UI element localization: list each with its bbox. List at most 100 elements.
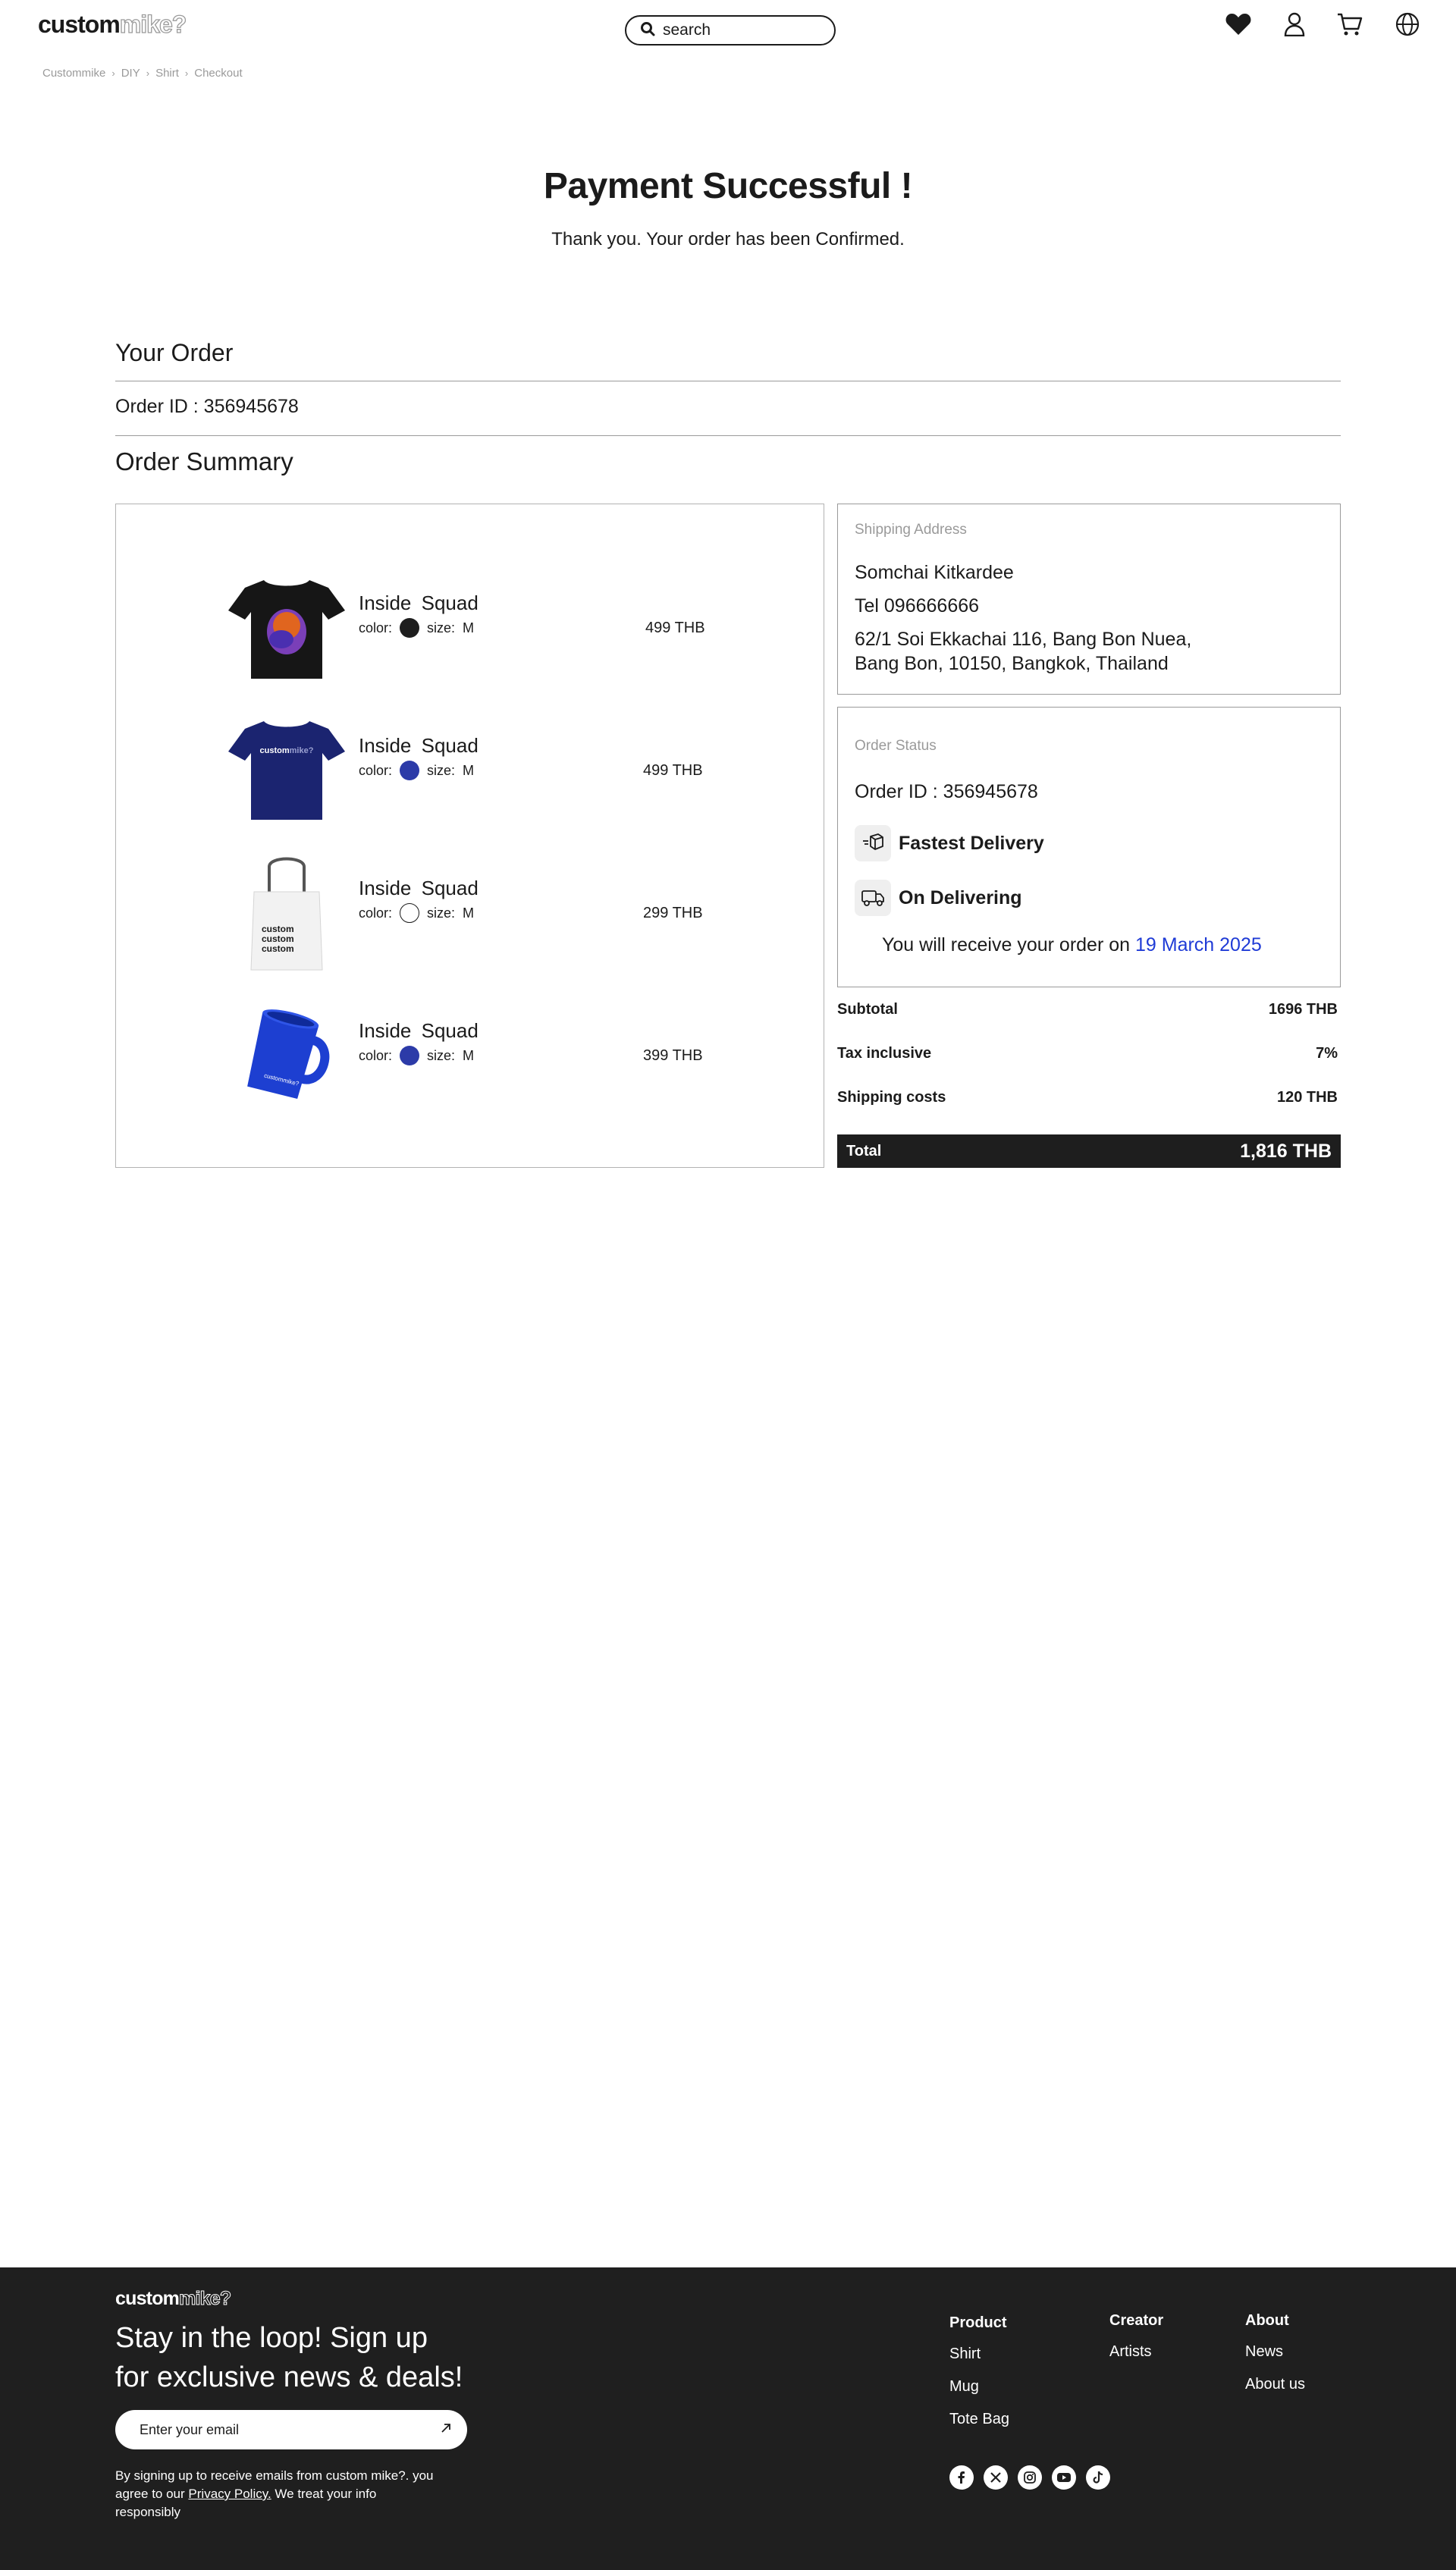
headline-line: Stay in the loop! Sign up [115,2322,428,2354]
footer-link-shirt[interactable]: Shirt [949,2346,1009,2363]
receive-date-text: You will receive your order on 19 March … [882,934,1262,956]
shipping-address-line2: Bang Bon, 10150, Bangkok, Thailand [855,653,1169,674]
newsletter-form [115,2410,467,2449]
newsletter-headline: Stay in the loop! Sign up for exclusive … [115,2318,463,2397]
size-label: size: [427,620,456,635]
instagram-icon[interactable] [1018,2465,1042,2490]
size-label: size: [427,905,456,921]
chevron-right-icon: › [146,67,150,79]
site-header: custommike? [0,0,1456,57]
footer-link-about-us[interactable]: About us [1245,2376,1305,2393]
footer-link-news[interactable]: News [1245,2343,1305,2361]
size-value: M [463,620,475,635]
cart-icon[interactable] [1336,11,1363,38]
chevron-right-icon: › [184,67,189,79]
shipping-cost-label: Shipping costs [837,1089,946,1106]
arrow-up-right-icon[interactable] [440,2422,452,2438]
size-label: size: [427,762,456,778]
item-meta: color: size: M [359,761,474,780]
breadcrumb-item[interactable]: DIY [121,67,140,80]
chevron-right-icon: › [111,67,115,79]
subtotal-label: Subtotal [837,1001,898,1018]
blue-mug-image: custommike? [222,993,351,1122]
delivery-status-text: On Delivering [899,886,1022,908]
youtube-icon[interactable] [1052,2465,1076,2490]
footer-column-creator: Creator Artists [1109,2312,1163,2376]
list-item[interactable]: Inside Squad color: size: M 499 THB [116,565,825,694]
user-icon[interactable] [1281,11,1308,38]
list-item[interactable]: custom custom custom Inside Squad color:… [116,850,825,979]
footer-link-artists[interactable]: Artists [1109,2343,1163,2361]
color-label: color: [359,1047,393,1063]
item-price: 299 THB [643,905,703,921]
globe-icon[interactable] [1394,11,1421,38]
black-tshirt-image [222,565,351,694]
site-logo[interactable]: custommike? [38,10,187,39]
footer-link-mug[interactable]: Mug [949,2378,1009,2396]
color-label: color: [359,762,393,778]
shipping-cost-value: 120 THB [1276,1089,1338,1106]
privacy-policy-link[interactable]: Privacy Policy. [188,2487,271,2501]
search-bar[interactable] [625,15,836,46]
search-input[interactable] [663,21,814,39]
email-field[interactable] [140,2421,413,2438]
receive-label: You will receive your order on [882,934,1131,956]
list-item[interactable]: custommike? Inside Squad color: size: M … [116,993,825,1122]
tax-value: 7% [1316,1045,1338,1062]
item-meta: color: size: M [359,618,474,638]
package-icon [855,825,891,861]
item-price: 399 THB [643,1047,703,1064]
size-value: M [463,905,475,921]
total-label: Total [846,1142,882,1159]
item-name: Inside Squad [359,592,479,614]
order-status-label: Order Status [855,738,937,754]
status-order-id: Order ID : 356945678 [855,781,1038,802]
shipping-name: Somchai Kitkardee [855,562,1014,583]
footer-column-title: Creator [1109,2312,1164,2329]
item-price: 499 THB [645,620,705,636]
item-name: Inside Squad [359,734,479,757]
breadcrumb-item[interactable]: Shirt [155,67,179,80]
truck-icon [855,880,891,916]
footer-column-about: About News About us [1245,2312,1305,2408]
item-name: Inside Squad [359,877,479,899]
svg-text:custom: custom [262,943,294,954]
logo-bold-text: custom [38,11,121,38]
your-order-heading: Your Order [115,339,234,366]
footer-column-product: Product Shirt Mug Tote Bag [949,2314,1009,2443]
heart-icon[interactable] [1225,11,1252,38]
list-item[interactable]: custommike? Inside Squad color: size: M … [116,708,825,836]
order-items-list: Inside Squad color: size: M 499 THB cust… [115,504,824,1168]
navy-tshirt-image: custommike? [222,708,351,836]
delivery-status-row: On Delivering [855,880,1022,916]
shipping-tel: Tel 096666666 [855,595,980,617]
svg-text:custom: custom [262,934,294,944]
size-value: M [463,762,475,778]
footer-link-tote-bag[interactable]: Tote Bag [949,2411,1009,2428]
breadcrumb: Custommike › DIY › Shirt › Checkout [42,67,243,80]
color-swatch [400,761,420,780]
page-title: Payment Successful ! [543,166,913,206]
footer-logo[interactable]: custommike? [115,2288,232,2310]
size-value: M [463,1047,475,1063]
breadcrumb-item[interactable]: Checkout [194,67,242,80]
page-subtitle: Thank you. Your order has been Confirmed… [551,229,905,249]
facebook-icon[interactable] [949,2465,974,2490]
tote-bag-image: custom custom custom [222,850,351,979]
svg-text:custommike?: custommike? [260,746,314,755]
logo-outline-text: mike? [119,10,187,38]
footer-logo-outline: mike? [179,2288,232,2310]
shipping-address-label: Shipping Address [855,522,967,538]
x-icon[interactable] [984,2465,1008,2490]
search-icon [640,21,655,40]
color-swatch [400,618,420,638]
subtotal-value: 1696 THB [1268,1001,1338,1018]
breadcrumb-item[interactable]: Custommike [42,67,105,80]
size-label: size: [427,1047,456,1063]
item-meta: color: size: M [359,1046,474,1065]
tiktok-icon[interactable] [1086,2465,1110,2490]
newsletter-note: By signing up to receive emails from cus… [115,2467,441,2521]
social-links [949,2465,1110,2490]
tax-row: Tax inclusive 7% [837,1045,1338,1062]
item-price: 499 THB [643,762,703,779]
